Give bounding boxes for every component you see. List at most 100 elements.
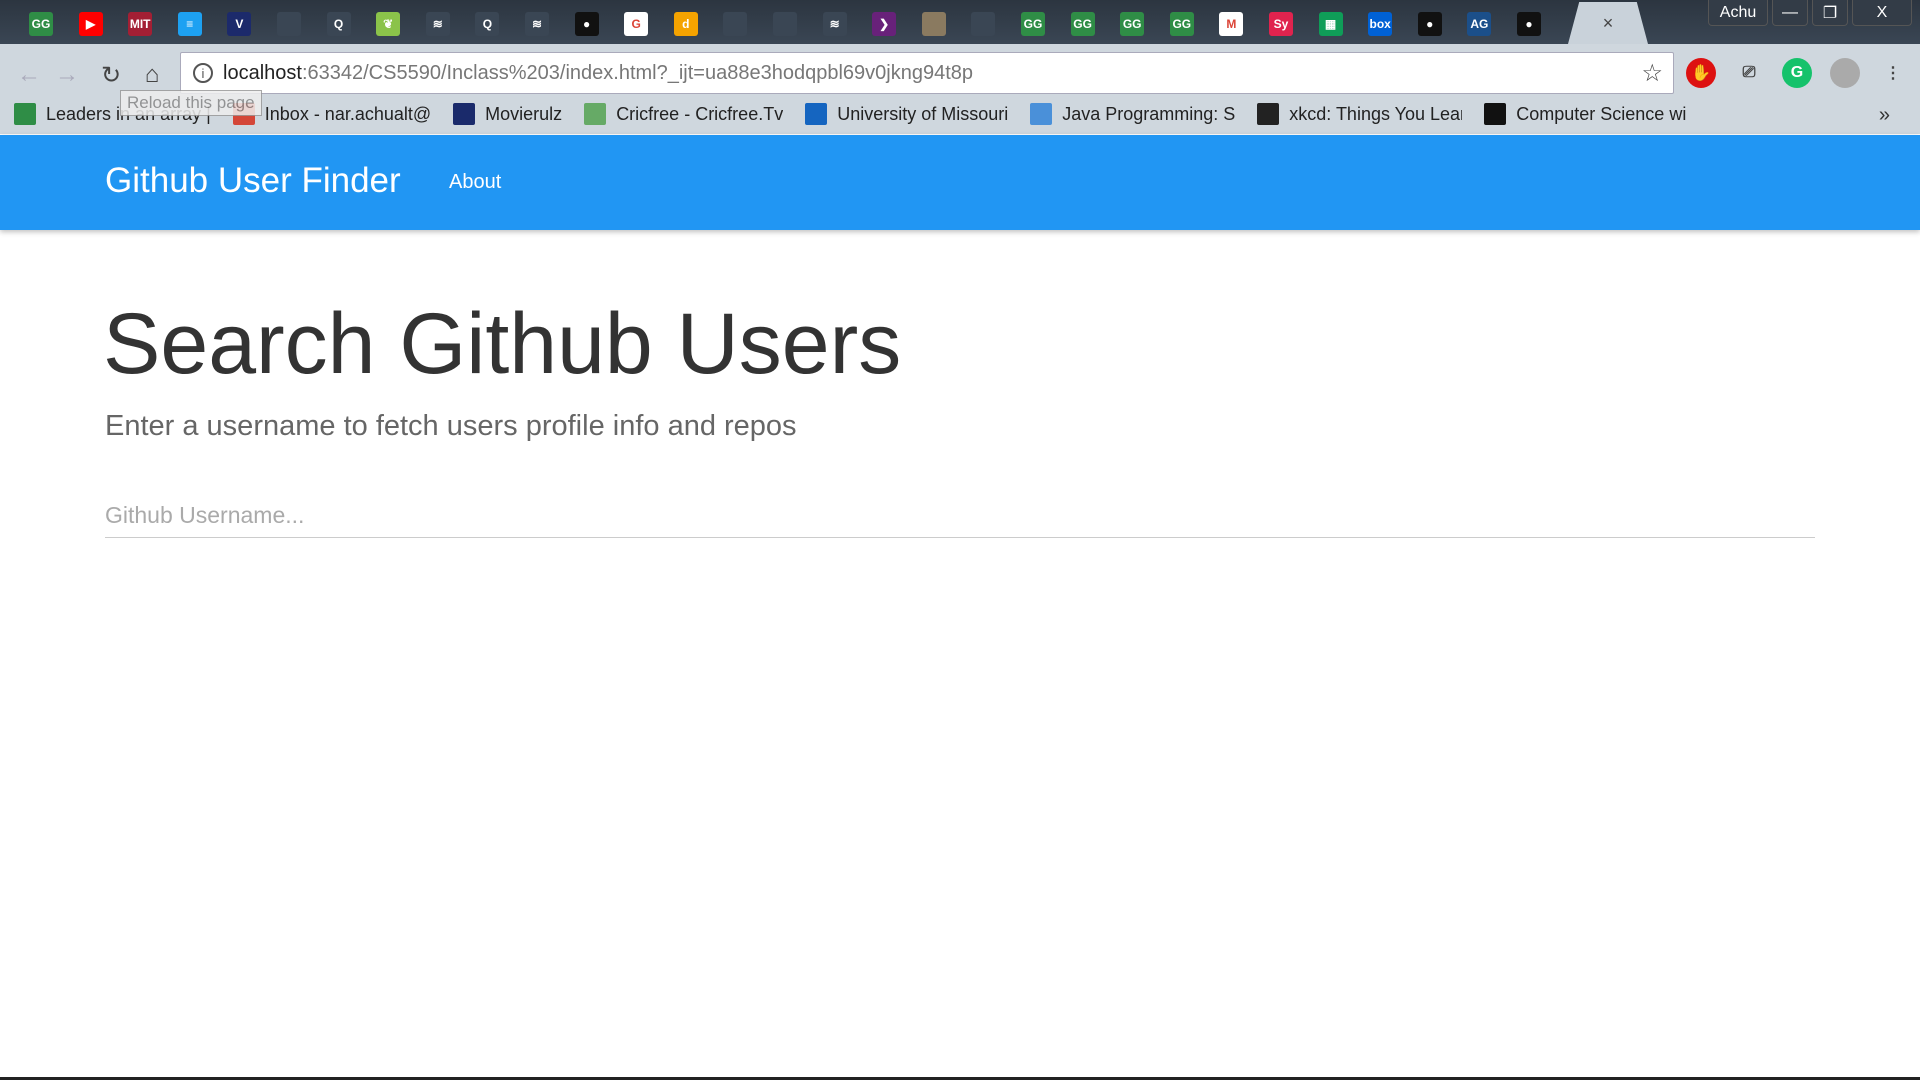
lines-icon: ≡: [177, 12, 202, 36]
geeksforgeeks-icon: GG: [1120, 12, 1145, 36]
stackoverflow-icon: ≋: [525, 12, 549, 36]
forward-button[interactable]: →: [50, 58, 84, 92]
browser-tab[interactable]: ≋: [514, 4, 560, 44]
back-button[interactable]: ←: [12, 58, 46, 92]
geeksforgeeks-icon: GG: [1070, 12, 1095, 36]
browser-tab[interactable]: ●: [564, 4, 610, 44]
browser-tab[interactable]: ●: [1407, 4, 1453, 44]
stackoverflow-icon: ≋: [425, 12, 450, 36]
nav-about-link[interactable]: About: [449, 171, 501, 194]
github-icon: ●: [1517, 12, 1541, 36]
minimize-button[interactable]: —: [1772, 0, 1808, 26]
shield-icon: V: [227, 12, 252, 36]
browser-tab[interactable]: ≡: [167, 4, 213, 44]
bookmark-item[interactable]: Cricfree - Cricfree.Tv: [584, 103, 783, 125]
browser-tab[interactable]: ≋: [415, 4, 461, 44]
more-bookmarks-button[interactable]: »: [1879, 104, 1890, 127]
restore-button[interactable]: ❐: [1812, 0, 1848, 26]
bookmark-label: Computer Science wi: [1516, 103, 1687, 124]
home-button[interactable]: ⌂: [135, 58, 169, 92]
browser-tab[interactable]: GG: [1010, 4, 1056, 44]
quora-icon: Q: [475, 12, 500, 36]
cast-icon[interactable]: ⎚: [1734, 58, 1764, 88]
bookmark-favicon-icon: [1030, 103, 1053, 125]
browser-tab[interactable]: GG: [1159, 4, 1205, 44]
gmail-icon: M: [1219, 12, 1244, 36]
url-host: localhost: [223, 61, 302, 84]
extension-globe-icon[interactable]: [1830, 58, 1860, 88]
bookmark-label: Inbox - nar.achualt@: [264, 103, 432, 124]
adobe-icon: AG: [1467, 12, 1492, 36]
browser-tab[interactable]: Q: [464, 4, 510, 44]
adblock-icon[interactable]: ✋: [1686, 58, 1716, 88]
leaf-icon: ❦: [376, 12, 401, 36]
reload-button[interactable]: ↻: [94, 58, 128, 92]
github-username-input[interactable]: [105, 493, 1815, 538]
browser-toolbar: ← → ↻ ⌂ i localhost:63342/CS5590/Inclass…: [0, 44, 1920, 134]
blank-icon: [723, 12, 748, 36]
bookmark-item[interactable]: xkcd: Things You Lear: [1257, 103, 1462, 125]
browser-tab[interactable]: Sy: [1258, 4, 1304, 44]
browser-tab[interactable]: ❯: [861, 4, 907, 44]
brand-link[interactable]: Github User Finder: [105, 161, 401, 201]
blank-icon: [277, 12, 301, 36]
box-icon: box: [1368, 12, 1393, 36]
bookmark-item[interactable]: Computer Science wi: [1484, 103, 1686, 125]
browser-tab[interactable]: ≋: [812, 4, 858, 44]
bookmark-item[interactable]: Movierulz: [453, 103, 562, 125]
tab-strip: GG ▶ MIT ≡ V Q ❦ ≋ Q ≋ ● Gd ≋ ❯ GG GG GG GG M Sy ▦ box ● AG ● × …: [0, 0, 1920, 44]
profile-button[interactable]: Achu: [1708, 0, 1768, 26]
browser-tab[interactable]: box: [1357, 4, 1403, 44]
bookmark-label: xkcd: Things You Lear: [1289, 103, 1463, 124]
url-path: :63342/CS5590/Inclass%203/index.html?_ij…: [301, 61, 974, 84]
browser-tab[interactable]: V: [216, 4, 262, 44]
browser-tab[interactable]: [960, 4, 1006, 44]
bookmark-favicon-icon: [1257, 103, 1280, 125]
dictionary-icon: d: [673, 12, 698, 36]
browser-tab[interactable]: M: [1208, 4, 1254, 44]
active-tab[interactable]: ×: [1568, 2, 1648, 44]
browser-tab[interactable]: AG: [1456, 4, 1502, 44]
browser-tab[interactable]: [762, 4, 808, 44]
bookmark-item[interactable]: Inbox - nar.achualt@: [232, 103, 432, 125]
bookmark-item[interactable]: Java Programming: S: [1030, 103, 1235, 125]
grammarly-icon[interactable]: G: [1782, 58, 1812, 88]
browser-tab[interactable]: GG: [18, 4, 64, 44]
image-icon: [921, 12, 946, 36]
browser-tab[interactable]: ▦: [1308, 4, 1354, 44]
blank-icon: [971, 12, 996, 36]
browser-tab[interactable]: G: [613, 4, 659, 44]
bookmark-favicon-icon: [1484, 103, 1507, 125]
app-navbar: Github User Finder About: [0, 135, 1920, 230]
bookmark-item[interactable]: University of Missouri: [805, 103, 1008, 125]
bookmark-favicon-icon: [584, 103, 607, 125]
address-bar[interactable]: i localhost:63342/CS5590/Inclass%203/ind…: [180, 52, 1674, 94]
blank-icon: [773, 12, 797, 36]
browser-tab[interactable]: [266, 4, 312, 44]
menu-icon[interactable]: ⋮: [1878, 58, 1908, 88]
bookmarks-bar: Leaders in an array |Inbox - nar.achualt…: [0, 96, 1920, 132]
browser-tab[interactable]: Q: [316, 4, 362, 44]
geeksforgeeks-icon: GG: [29, 12, 53, 36]
browser-tab[interactable]: d: [663, 4, 709, 44]
browser-tab[interactable]: ▶: [68, 4, 114, 44]
browser-tab[interactable]: MIT: [117, 4, 163, 44]
info-icon[interactable]: i: [193, 63, 213, 83]
bookmark-label: University of Missouri: [837, 103, 1009, 124]
browser-tab[interactable]: GG: [1109, 4, 1155, 44]
browser-tab[interactable]: [712, 4, 758, 44]
browser-tab[interactable]: GG: [1060, 4, 1106, 44]
bookmark-star-icon[interactable]: ☆: [1641, 59, 1663, 88]
close-tab-icon[interactable]: ×: [1603, 13, 1614, 34]
geeksforgeeks-icon: GG: [1169, 12, 1194, 36]
browser-tab[interactable]: [911, 4, 957, 44]
browser-tab[interactable]: ❦: [365, 4, 411, 44]
symbolab-icon: Sy: [1269, 12, 1293, 36]
stackoverflow-icon: ≋: [822, 12, 847, 36]
github-icon: ●: [1417, 12, 1442, 36]
play-icon: ❯: [872, 12, 897, 36]
bookmark-favicon-icon: [14, 103, 36, 125]
browser-tab[interactable]: ●: [1506, 4, 1552, 44]
window-controls: Achu — ❐ X: [1708, 0, 1912, 26]
close-window-button[interactable]: X: [1852, 0, 1912, 26]
